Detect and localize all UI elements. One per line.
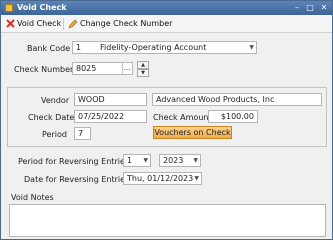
- period-label: Period: [42, 130, 67, 139]
- year-reversing-dropdown[interactable]: 2023 ▼: [159, 154, 201, 167]
- period-field: 7: [74, 127, 91, 140]
- check-details-group: Vendor WOOD Advanced Wood Products, Inc …: [7, 87, 327, 147]
- date-reversing-label: Date for Reversing Entries: [24, 175, 130, 184]
- date-reversing-picker[interactable]: Thu, 01/12/2023 ▼: [123, 172, 202, 185]
- void-notes-label: Void Notes: [11, 193, 54, 202]
- close-button[interactable]: ✕: [318, 2, 330, 13]
- pencil-icon: [68, 19, 78, 28]
- check-number-down-button[interactable]: ▼: [137, 69, 149, 77]
- check-number-up-button[interactable]: ▲: [137, 61, 149, 69]
- check-number-input[interactable]: 8025 …: [72, 62, 133, 75]
- ellipsis-icon[interactable]: …: [122, 63, 131, 74]
- window-title: Void Check: [17, 3, 67, 12]
- period-reversing-dropdown[interactable]: 1 ▼: [123, 154, 151, 167]
- vendor-label: Vendor: [41, 96, 70, 105]
- maximize-button[interactable]: □: [304, 2, 316, 13]
- chevron-down-icon: ▼: [193, 157, 198, 164]
- period-reversing-label: Period for Reversing Entries: [18, 157, 130, 166]
- toolbar-separator: [63, 18, 64, 30]
- vendor-name-field: Advanced Wood Products, Inc: [152, 93, 322, 106]
- void-check-label: Void Check: [17, 19, 62, 28]
- change-check-number-label: Change Check Number: [80, 19, 173, 28]
- check-number-value: 8025: [76, 64, 97, 73]
- check-number-label: Check Number: [14, 65, 74, 74]
- chevron-down-icon: ▼: [143, 157, 148, 164]
- period-reversing-value: 1: [127, 156, 133, 165]
- chevron-down-icon: ▼: [194, 175, 199, 182]
- title-bar: Void Check – □ ✕: [1, 1, 332, 15]
- check-amount-label: Check Amount: [153, 113, 212, 122]
- minimize-button[interactable]: –: [291, 2, 303, 13]
- toolbar: Void Check Change Check Number: [1, 15, 332, 33]
- void-check-button[interactable]: Void Check: [3, 16, 64, 31]
- void-check-window: Void Check – □ ✕ Void Check Change Check…: [0, 0, 333, 240]
- bank-code-value: 1: [76, 43, 82, 52]
- check-date-field: 07/25/2022: [74, 110, 147, 123]
- chevron-down-icon: ▼: [249, 44, 254, 51]
- check-amount-field: $100.00: [208, 110, 258, 123]
- void-notes-textarea[interactable]: [9, 204, 326, 237]
- app-icon: [5, 4, 13, 12]
- vendor-code-field: WOOD: [74, 93, 147, 106]
- bank-code-dropdown[interactable]: 1 Fidelity-Operating Account ▼: [72, 41, 257, 54]
- vouchers-on-check-button[interactable]: Vouchers on Check: [153, 126, 232, 139]
- bank-code-label: Bank Code: [27, 44, 71, 53]
- void-x-icon: [6, 19, 15, 28]
- bank-name-value: Fidelity-Operating Account: [100, 43, 207, 52]
- date-reversing-value: Thu, 01/12/2023: [127, 174, 194, 183]
- check-date-label: Check Date: [28, 113, 75, 122]
- change-check-number-button[interactable]: Change Check Number: [65, 16, 175, 31]
- year-reversing-value: 2023: [163, 156, 184, 165]
